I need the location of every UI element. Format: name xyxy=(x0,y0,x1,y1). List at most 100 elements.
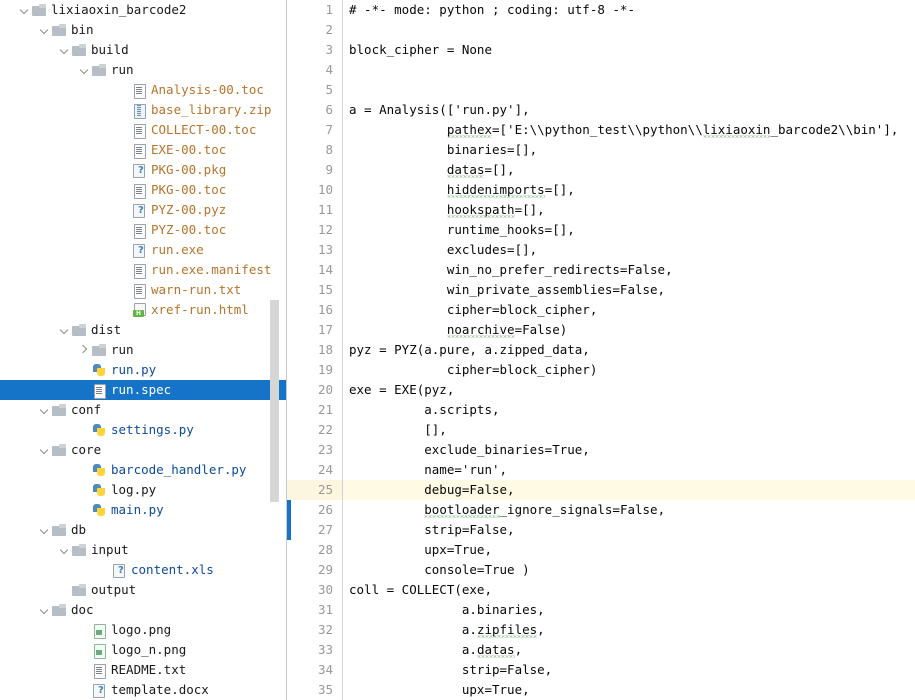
code-line[interactable] xyxy=(349,60,915,80)
tree-file-row[interactable]: Analysis-00.toc xyxy=(0,80,287,100)
tree-file-row[interactable]: content.xls xyxy=(0,560,287,580)
twisty-spacer xyxy=(78,380,91,400)
tree-file-row[interactable]: PYZ-00.toc xyxy=(0,220,287,240)
code-line[interactable]: pyz = PYZ(a.pure, a.zipped_data, xyxy=(349,340,915,360)
code-line[interactable]: debug=False, xyxy=(349,480,915,500)
tree-item-label: output xyxy=(91,582,137,597)
tree-file-row[interactable]: COLLECT-00.toc xyxy=(0,120,287,140)
tree-file-row[interactable]: README.txt xyxy=(0,660,287,680)
code-line[interactable]: a.binaries, xyxy=(349,600,915,620)
code-line[interactable]: binaries=[], xyxy=(349,140,915,160)
chevron-down-icon[interactable] xyxy=(78,60,91,80)
tree-folder-row[interactable]: db xyxy=(0,520,287,540)
code-line[interactable]: block_cipher = None xyxy=(349,40,915,60)
tree-file-row[interactable]: warn-run.txt xyxy=(0,280,287,300)
chevron-down-icon[interactable] xyxy=(18,0,31,20)
tree-folder-row[interactable]: bin xyxy=(0,20,287,40)
code-line[interactable]: datas=[], xyxy=(349,160,915,180)
code-line[interactable]: a.zipfiles, xyxy=(349,620,915,640)
tree-folder-row[interactable]: run xyxy=(0,340,287,360)
tree-file-row[interactable]: run.py xyxy=(0,360,287,380)
code-line[interactable]: [], xyxy=(349,420,915,440)
code-line[interactable]: console=True ) xyxy=(349,560,915,580)
code-line[interactable]: upx=True, xyxy=(349,540,915,560)
tree-folder-row[interactable]: output xyxy=(0,580,287,600)
code-line[interactable]: exclude_binaries=True, xyxy=(349,440,915,460)
line-number: 29 xyxy=(317,562,333,577)
tree-file-row[interactable]: EXE-00.toc xyxy=(0,140,287,160)
code-line[interactable]: a.scripts, xyxy=(349,400,915,420)
tree-file-row[interactable]: PYZ-00.pyz xyxy=(0,200,287,220)
tree-folder-row[interactable]: doc xyxy=(0,600,287,620)
tree-file-row[interactable]: settings.py xyxy=(0,420,287,440)
code-line[interactable]: strip=False, xyxy=(349,660,915,680)
tree-file-row[interactable]: PKG-00.pkg xyxy=(0,160,287,180)
tree-folder-row[interactable]: lixiaoxin_barcode2 xyxy=(0,0,287,20)
chevron-down-icon[interactable] xyxy=(38,400,51,420)
tree-file-row[interactable]: barcode_handler.py xyxy=(0,460,287,480)
code-line[interactable]: strip=False, xyxy=(349,520,915,540)
project-tree[interactable]: lixiaoxin_barcode2 bin build run Analysis-00… xyxy=(0,0,287,700)
chevron-right-icon[interactable] xyxy=(78,340,91,360)
tree-folder-row[interactable]: conf xyxy=(0,400,287,420)
tree-file-row[interactable]: log.py xyxy=(0,480,287,500)
code-content[interactable]: # -*- mode: python ; coding: utf-8 -*- bl… xyxy=(343,0,915,700)
code-line[interactable]: win_no_prefer_redirects=False, xyxy=(349,260,915,280)
chevron-down-icon[interactable] xyxy=(38,440,51,460)
tree-folder-row[interactable]: input xyxy=(0,540,287,560)
code-line[interactable]: hiddenimports=[], xyxy=(349,180,915,200)
tree-item-label: PYZ-00.pyz xyxy=(151,202,227,217)
code-line[interactable]: a.datas, xyxy=(349,640,915,660)
code-line[interactable]: pathex=['E:\\python_test\\python\\lixiao… xyxy=(349,120,915,140)
tree-folder-row[interactable]: core xyxy=(0,440,287,460)
code-line[interactable]: # -*- mode: python ; coding: utf-8 -*- xyxy=(349,0,915,20)
line-number: 23 xyxy=(317,442,333,457)
twisty-spacer xyxy=(118,280,131,300)
code-line[interactable]: win_private_assemblies=False, xyxy=(349,280,915,300)
tree-folder-row[interactable]: build xyxy=(0,40,287,60)
chevron-down-icon[interactable] xyxy=(38,600,51,620)
code-line[interactable]: a = Analysis(['run.py'], xyxy=(349,100,915,120)
editor-gutter[interactable]: 1 2 3 4 5 6 7 8 9 10 11 12 13 14 15 16 17 18 19 20 21 22 23 24 2… xyxy=(287,0,343,700)
tree-file-row[interactable]: logo.png xyxy=(0,620,287,640)
tree-file-row[interactable]: base_library.zip xyxy=(0,100,287,120)
tree-file-row[interactable]: run.exe xyxy=(0,240,287,260)
code-line[interactable]: runtime_hooks=[], xyxy=(349,220,915,240)
code-line[interactable]: bootloader_ignore_signals=False, xyxy=(349,500,915,520)
line-number: 32 xyxy=(317,622,333,637)
project-tree-panel[interactable]: lixiaoxin_barcode2 bin build run Analysis-00… xyxy=(0,0,287,700)
code-line[interactable]: coll = COLLECT(exe, xyxy=(349,580,915,600)
chevron-down-icon[interactable] xyxy=(38,20,51,40)
tree-file-row[interactable]: run.spec xyxy=(0,380,287,400)
code-line[interactable]: cipher=block_cipher, xyxy=(349,300,915,320)
chevron-down-icon[interactable] xyxy=(58,40,71,60)
tree-file-row[interactable]: logo_n.png xyxy=(0,640,287,660)
tree-file-row[interactable]: template.docx xyxy=(0,680,287,700)
sidebar-scrollbar-thumb[interactable] xyxy=(270,300,279,502)
code-line[interactable]: upx=True, xyxy=(349,680,915,700)
tree-file-row[interactable]: main.py xyxy=(0,500,287,520)
twisty-spacer xyxy=(78,360,91,380)
tree-folder-row[interactable]: run xyxy=(0,60,287,80)
text-file-icon xyxy=(91,382,108,399)
code-text-area[interactable]: # -*- mode: python ; coding: utf-8 -*- bl… xyxy=(343,0,915,700)
chevron-down-icon[interactable] xyxy=(58,540,71,560)
code-line[interactable] xyxy=(349,80,915,100)
chevron-down-icon[interactable] xyxy=(58,320,71,340)
code-line[interactable]: cipher=block_cipher) xyxy=(349,360,915,380)
code-line[interactable]: excludes=[], xyxy=(349,240,915,260)
code-line[interactable]: name='run', xyxy=(349,460,915,480)
tree-file-row[interactable]: PKG-00.toc xyxy=(0,180,287,200)
code-line[interactable]: hookspath=[], xyxy=(349,200,915,220)
tree-file-row[interactable]: xref-run.html xyxy=(0,300,287,320)
code-line[interactable]: noarchive=False) xyxy=(349,320,915,340)
code-line[interactable] xyxy=(349,20,915,40)
chevron-down-icon[interactable] xyxy=(38,520,51,540)
code-editor[interactable]: 1 2 3 4 5 6 7 8 9 10 11 12 13 14 15 16 17 18 19 20 21 22 23 24 2… xyxy=(287,0,915,700)
tree-file-row[interactable]: run.exe.manifest xyxy=(0,260,287,280)
code-line[interactable]: exe = EXE(pyz, xyxy=(349,380,915,400)
tree-folder-row[interactable]: dist xyxy=(0,320,287,340)
